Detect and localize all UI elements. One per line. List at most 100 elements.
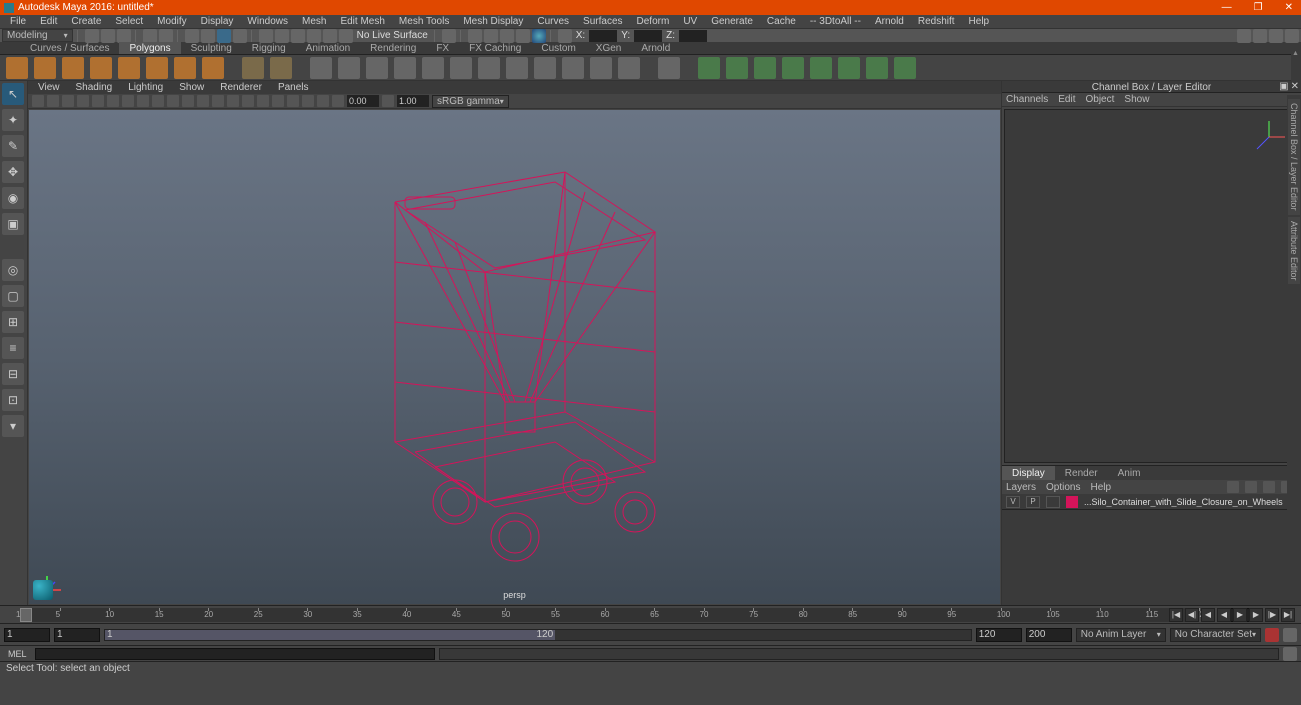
menu-arnold[interactable]: Arnold xyxy=(869,16,910,27)
vp-grid-icon[interactable] xyxy=(107,95,119,107)
cmd-input[interactable] xyxy=(35,648,435,660)
menuset-dropdown[interactable]: Modeling xyxy=(2,29,73,42)
bevel-icon[interactable] xyxy=(422,57,444,79)
smooth-icon[interactable] xyxy=(534,57,556,79)
layer-new-empty-icon[interactable] xyxy=(1263,481,1275,493)
poly-cylinder-icon[interactable] xyxy=(62,57,84,79)
shelftab-arnold[interactable]: Arnold xyxy=(631,42,680,54)
layer-row[interactable]: V P ...Silo_Container_with_Slide_Closure… xyxy=(1002,494,1301,510)
layer-visible-cell[interactable]: V xyxy=(1006,496,1020,508)
vp-shadows-icon[interactable] xyxy=(272,95,284,107)
render-settings-icon[interactable] xyxy=(500,29,514,43)
shelftab-rendering[interactable]: Rendering xyxy=(360,42,426,54)
poly-pyramid-icon[interactable] xyxy=(174,57,196,79)
vp-gamma-input[interactable] xyxy=(397,95,429,107)
prefs-icon[interactable] xyxy=(1283,628,1297,642)
menu-edit[interactable]: Edit xyxy=(34,16,63,27)
shelftab-rigging[interactable]: Rigging xyxy=(242,42,296,54)
boolean-inter-icon[interactable] xyxy=(754,57,776,79)
snap-plane-icon[interactable] xyxy=(307,29,321,43)
vp-bookmark-icon[interactable] xyxy=(47,95,59,107)
layertab-render[interactable]: Render xyxy=(1055,466,1108,480)
vpmenu-panels[interactable]: Panels xyxy=(272,82,315,93)
x-input[interactable] xyxy=(589,30,617,42)
poly-plane-icon[interactable] xyxy=(118,57,140,79)
dock-icon[interactable]: ▣ xyxy=(1279,81,1288,93)
hypershade-icon[interactable] xyxy=(516,29,530,43)
vp-res-gate-icon[interactable] xyxy=(137,95,149,107)
redo-icon[interactable] xyxy=(159,29,173,43)
layertab-display[interactable]: Display xyxy=(1002,466,1055,480)
vp-lights-icon[interactable] xyxy=(257,95,269,107)
layout-outliner-icon[interactable]: ≡ xyxy=(2,337,24,359)
open-scene-icon[interactable] xyxy=(101,29,115,43)
vp-xray-joint-icon[interactable] xyxy=(317,95,329,107)
extrude-icon[interactable] xyxy=(366,57,388,79)
menu-help[interactable]: Help xyxy=(963,16,996,27)
ipr-render-icon[interactable] xyxy=(484,29,498,43)
sculpt-icon[interactable] xyxy=(658,57,680,79)
cb-object[interactable]: Object xyxy=(1086,94,1115,105)
cleanup-icon[interactable] xyxy=(782,57,804,79)
poly-type-icon[interactable] xyxy=(242,57,264,79)
menu-create[interactable]: Create xyxy=(65,16,107,27)
viewport[interactable]: persp xyxy=(29,110,1000,604)
cb-show[interactable]: Show xyxy=(1124,94,1149,105)
time-head[interactable] xyxy=(20,608,32,622)
menu-select[interactable]: Select xyxy=(109,16,149,27)
layout-persp-graph-icon[interactable]: ⊟ xyxy=(2,363,24,385)
menu-mesh[interactable]: Mesh xyxy=(296,16,332,27)
shelftab-fx[interactable]: FX xyxy=(426,42,459,54)
menu-meshtools[interactable]: Mesh Tools xyxy=(393,16,455,27)
vp-safe-title-icon[interactable] xyxy=(197,95,209,107)
vpmenu-lighting[interactable]: Lighting xyxy=(122,82,169,93)
lasso-icon[interactable] xyxy=(201,29,215,43)
shelftab-custom[interactable]: Custom xyxy=(531,42,585,54)
snap-curve-icon[interactable] xyxy=(275,29,289,43)
range-track[interactable]: 1 120 xyxy=(104,629,972,641)
vp-textured-icon[interactable] xyxy=(242,95,254,107)
separate-icon[interactable] xyxy=(338,57,360,79)
select-mode-icon[interactable] xyxy=(185,29,199,43)
shelftab-fxcaching[interactable]: FX Caching xyxy=(459,42,531,54)
move-tool-icon[interactable]: ✥ xyxy=(2,161,24,183)
poly-sphere-icon[interactable] xyxy=(6,57,28,79)
sidetab-channelbox[interactable]: Channel Box / Layer Editor xyxy=(1288,99,1300,215)
shelftab-sculpting[interactable]: Sculpting xyxy=(181,42,242,54)
cmd-label[interactable]: MEL xyxy=(4,649,31,659)
ui-toggle-1-icon[interactable] xyxy=(1237,29,1251,43)
autokey-icon[interactable] xyxy=(1265,628,1279,642)
menu-cache[interactable]: Cache xyxy=(761,16,802,27)
menu-windows[interactable]: Windows xyxy=(241,16,294,27)
menu-deform[interactable]: Deform xyxy=(631,16,676,27)
vp-field-chart-icon[interactable] xyxy=(167,95,179,107)
script-editor-icon[interactable] xyxy=(1283,647,1297,661)
rotate-tool-icon[interactable]: ◉ xyxy=(2,187,24,209)
menu-modify[interactable]: Modify xyxy=(151,16,192,27)
cb-channels[interactable]: Channels xyxy=(1006,94,1048,105)
insert-edge-icon[interactable] xyxy=(450,57,472,79)
menu-uv[interactable]: UV xyxy=(677,16,703,27)
vpmenu-show[interactable]: Show xyxy=(173,82,210,93)
vp-gate-mask-icon[interactable] xyxy=(152,95,164,107)
vp-camera-select-icon[interactable] xyxy=(32,95,44,107)
layertab-anim[interactable]: Anim xyxy=(1108,466,1151,480)
bridge-icon[interactable] xyxy=(394,57,416,79)
layout-hypershade-icon[interactable]: ⊡ xyxy=(2,389,24,411)
vp-isolate-icon[interactable] xyxy=(287,95,299,107)
vp-imageplane-icon[interactable] xyxy=(62,95,74,107)
step-back-icon[interactable]: ◀ xyxy=(1201,608,1215,622)
play-back-icon[interactable]: ◀ xyxy=(1217,608,1231,622)
layer-move-down-icon[interactable] xyxy=(1245,481,1257,493)
combine-icon[interactable] xyxy=(310,57,332,79)
paint-tool-icon[interactable]: ✎ xyxy=(2,135,24,157)
vpmenu-view[interactable]: View xyxy=(32,82,66,93)
close-panel-icon[interactable]: ✕ xyxy=(1291,81,1299,93)
range-end-input[interactable] xyxy=(976,628,1022,642)
triangulate-icon[interactable] xyxy=(838,57,860,79)
z-input[interactable] xyxy=(679,30,707,42)
goto-start-icon[interactable]: |◀ xyxy=(1169,608,1183,622)
quadrangulate-icon[interactable] xyxy=(866,57,888,79)
render-frame-icon[interactable] xyxy=(468,29,482,43)
range-start-input[interactable] xyxy=(54,628,100,642)
